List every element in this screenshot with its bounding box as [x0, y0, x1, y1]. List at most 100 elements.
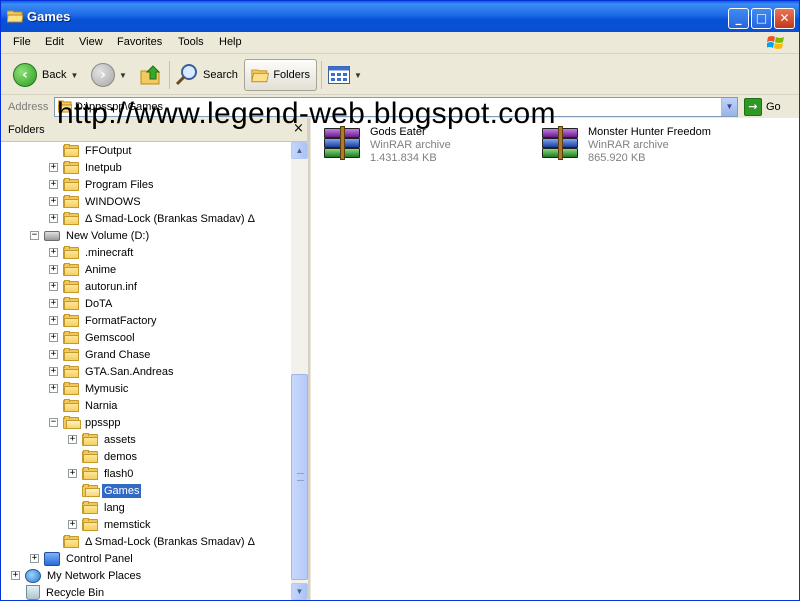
- chevron-down-icon[interactable]: ▼: [354, 71, 362, 80]
- menu-view[interactable]: View: [79, 36, 103, 48]
- expand-icon[interactable]: +: [49, 197, 58, 206]
- expand-icon[interactable]: +: [49, 248, 58, 257]
- menu-bar: File Edit View Favorites Tools Help: [1, 32, 799, 54]
- tree-item[interactable]: Recycle Bin: [26, 584, 106, 600]
- title-bar[interactable]: Games _ □ ✕: [1, 1, 799, 32]
- tree-item[interactable]: Δ Smad-Lock (Brankas Smadav) Δ: [63, 533, 257, 550]
- tree-item[interactable]: DoTA: [63, 295, 114, 312]
- menu-favorites[interactable]: Favorites: [117, 36, 162, 48]
- tree-item[interactable]: Program Files: [63, 176, 155, 193]
- collapse-icon[interactable]: −: [30, 231, 39, 240]
- tree-item-drive-d[interactable]: New Volume (D:): [44, 227, 151, 244]
- tree-item-label: Anime: [85, 263, 117, 276]
- forward-button[interactable]: › ▼: [91, 59, 127, 91]
- tree-item[interactable]: demos: [82, 448, 139, 465]
- tree-item-label: FFOutput: [85, 144, 132, 157]
- tree-item[interactable]: FormatFactory: [63, 312, 159, 329]
- toolbar-separator: [169, 61, 170, 89]
- menu-tools[interactable]: Tools: [178, 36, 204, 48]
- scroll-down-icon[interactable]: ▼: [291, 583, 308, 600]
- chevron-down-icon[interactable]: ▼: [119, 71, 127, 80]
- file-list: Gods Eater WinRAR archive 1.431.834 KB M…: [311, 118, 799, 600]
- tree-item[interactable]: Control Panel: [44, 550, 135, 567]
- tree-item[interactable]: Grand Chase: [63, 346, 152, 363]
- search-button[interactable]: Search: [175, 59, 238, 91]
- explorer-window: Games _ □ ✕ File Edit View Favorites Too…: [0, 0, 800, 601]
- tree-item-label: ppsspp: [85, 416, 121, 429]
- tree-item[interactable]: memstick: [82, 516, 152, 533]
- open-folder-icon: [63, 416, 81, 429]
- expand-icon[interactable]: +: [68, 520, 77, 529]
- tree-item[interactable]: assets: [82, 431, 138, 448]
- expand-icon[interactable]: +: [68, 435, 77, 444]
- tree-item-label: Recycle Bin: [46, 586, 105, 599]
- views-button[interactable]: ▼: [328, 59, 362, 91]
- chevron-down-icon[interactable]: ▼: [721, 98, 737, 116]
- tree-item[interactable]: Mymusic: [63, 380, 130, 397]
- file-size: 865.920 KB: [588, 152, 646, 164]
- network-places-icon: [25, 568, 41, 583]
- tree-item[interactable]: Inetpub: [63, 159, 124, 176]
- file-item[interactable]: Monster Hunter Freedom WinRAR archive 86…: [538, 126, 711, 170]
- up-folder-button[interactable]: [139, 59, 163, 91]
- tree-item[interactable]: Anime: [63, 261, 118, 278]
- tree-item[interactable]: Narnia: [63, 397, 119, 414]
- back-button[interactable]: ‹ Back ▼: [13, 59, 78, 91]
- tree-item[interactable]: GTA.San.Andreas: [63, 363, 175, 380]
- expand-icon[interactable]: +: [49, 316, 58, 325]
- expand-icon[interactable]: +: [49, 367, 58, 376]
- scrollbar-thumb[interactable]: [291, 374, 308, 580]
- go-button[interactable]: → Go: [744, 98, 781, 116]
- tree-item[interactable]: flash0: [82, 465, 135, 482]
- tree-item-label: demos: [104, 450, 138, 463]
- window-title: Games: [27, 9, 71, 24]
- vertical-scrollbar[interactable]: ▲ ▼: [291, 142, 308, 600]
- tree-item[interactable]: My Network Places: [25, 567, 143, 584]
- expand-icon[interactable]: +: [11, 571, 20, 580]
- expand-icon[interactable]: +: [49, 299, 58, 308]
- tree-item[interactable]: FFOutput: [63, 142, 133, 159]
- expand-icon[interactable]: +: [49, 333, 58, 342]
- expand-icon[interactable]: +: [49, 282, 58, 291]
- expand-icon[interactable]: +: [30, 554, 39, 563]
- menu-edit[interactable]: Edit: [45, 36, 64, 48]
- scroll-up-icon[interactable]: ▲: [291, 142, 308, 159]
- menu-help[interactable]: Help: [219, 36, 242, 48]
- tree-item-selected[interactable]: Games: [82, 482, 142, 499]
- folder-icon: [63, 331, 79, 344]
- tree-item[interactable]: ppsspp: [63, 414, 122, 431]
- folders-button[interactable]: Folders: [244, 59, 317, 91]
- folders-icon: [251, 69, 269, 83]
- windows-logo-icon: [767, 36, 784, 49]
- chevron-down-icon[interactable]: ▼: [70, 71, 78, 80]
- expand-icon[interactable]: +: [49, 163, 58, 172]
- expand-icon[interactable]: +: [49, 350, 58, 359]
- folders-pane-title: Folders: [8, 124, 45, 136]
- tree-item[interactable]: Δ Smad-Lock (Brankas Smadav) Δ: [63, 210, 257, 227]
- collapse-icon[interactable]: −: [49, 418, 58, 427]
- tree-item-label: Δ Smad-Lock (Brankas Smadav) Δ: [85, 535, 255, 548]
- menu-file[interactable]: File: [13, 36, 31, 48]
- tree-item[interactable]: Gemscool: [63, 329, 137, 346]
- tree-item[interactable]: autorun.inf: [63, 278, 139, 295]
- file-type: WinRAR archive: [588, 139, 669, 151]
- folder-icon: [82, 450, 98, 463]
- minimize-button[interactable]: _: [728, 8, 749, 29]
- tree-item[interactable]: .minecraft: [63, 244, 135, 261]
- expand-icon[interactable]: +: [49, 265, 58, 274]
- folder-icon: [63, 178, 79, 191]
- tree-item[interactable]: WINDOWS: [63, 193, 143, 210]
- close-button[interactable]: ✕: [774, 8, 795, 29]
- file-item[interactable]: Gods Eater WinRAR archive 1.431.834 KB: [320, 126, 451, 170]
- maximize-button[interactable]: □: [751, 8, 772, 29]
- expand-icon[interactable]: +: [49, 180, 58, 189]
- folder-icon: [63, 263, 79, 276]
- toolbar: ‹ Back ▼ › ▼ Search Folders ▼: [1, 55, 799, 95]
- tree-item[interactable]: lang: [82, 499, 127, 516]
- expand-icon[interactable]: +: [49, 214, 58, 223]
- expand-icon[interactable]: +: [68, 469, 77, 478]
- tree-item-label: Narnia: [85, 399, 118, 412]
- folder-icon: [63, 348, 79, 361]
- expand-icon[interactable]: +: [49, 384, 58, 393]
- folder-icon: [63, 161, 79, 174]
